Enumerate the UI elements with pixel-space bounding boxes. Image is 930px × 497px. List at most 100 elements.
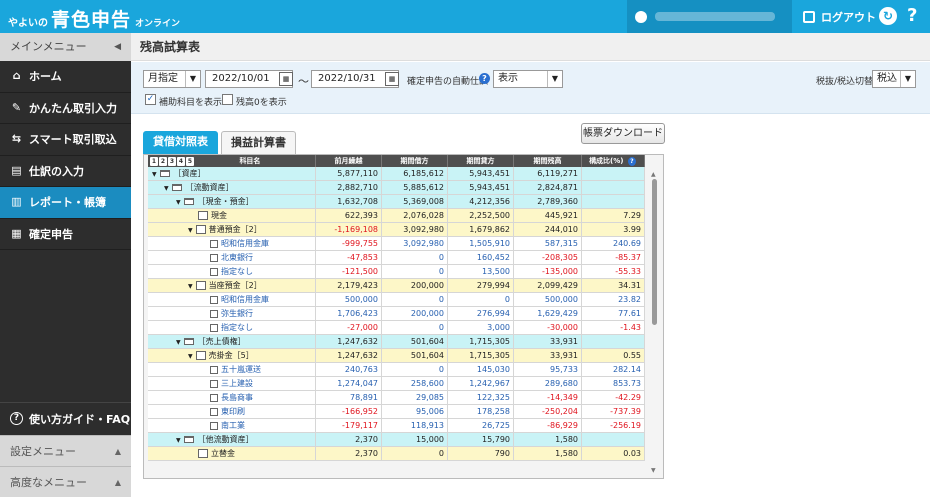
show-zero-balance-checkbox[interactable] xyxy=(222,94,233,105)
show-sub-accounts-checkbox[interactable]: ✓ xyxy=(145,94,156,105)
sidebar-item-journal[interactable]: ▤ 仕訳の入力 xyxy=(0,156,131,187)
account-name[interactable]: 指定なし xyxy=(221,267,253,276)
table-row[interactable]: 五十嵐運送 240,763 0 145,030 95,733 282.14 xyxy=(148,363,645,377)
app-logo[interactable]: やよいの 青色申告 オンライン xyxy=(8,5,180,32)
table-row[interactable]: 現金 622,393 2,076,028 2,252,500 445,921 7.29 xyxy=(148,209,645,223)
expand-toggle-icon[interactable]: ▼ xyxy=(188,280,193,292)
support-icon[interactable]: ↻ xyxy=(879,7,897,25)
balance-cell: -14,349 xyxy=(514,391,582,404)
table-row[interactable]: 北東銀行 -47,853 0 160,452 -208,305 -85.37 xyxy=(148,251,645,265)
expand-toggle-icon[interactable]: ▼ xyxy=(152,168,157,180)
expand-toggle-icon[interactable]: ▼ xyxy=(188,350,193,362)
table-row[interactable]: 指定なし -27,000 0 3,000 -30,000 -1.43 xyxy=(148,321,645,335)
table-row[interactable]: ▼ ［売上債権］ 1,247,632 501,604 1,715,305 33,931 xyxy=(148,335,645,349)
table-row[interactable]: ▼ ［資産］ 5,877,110 6,185,612 5,943,451 6,119,27… xyxy=(148,167,645,181)
account-name[interactable]: 北東銀行 xyxy=(221,253,253,262)
tab-income-statement[interactable]: 損益計算書 xyxy=(221,131,296,155)
help-icon[interactable]: ? xyxy=(907,5,917,26)
table-row[interactable]: ▼ 当座預金［2］ 2,179,423 200,000 279,994 2,099,429… xyxy=(148,279,645,293)
table-row[interactable]: 三上建設 1,274,047 258,600 1,242,967 289,680 853.… xyxy=(148,377,645,391)
table-row[interactable]: ▼ 売掛金［5］ 1,247,632 501,604 1,715,305 33,931 0.… xyxy=(148,349,645,363)
sidebar-item-label: 確定申告 xyxy=(29,227,73,241)
debit-cell: 29,085 xyxy=(382,391,448,404)
level-5-button[interactable]: 5 xyxy=(186,157,194,166)
vertical-scrollbar[interactable]: ▲ ▼ xyxy=(649,171,661,477)
page-title: 残高試算表 xyxy=(131,33,930,61)
account-name-cell: 南工業 xyxy=(148,419,316,432)
table-row[interactable]: 立替金 2,370 0 790 1,580 0.03 xyxy=(148,447,645,461)
advanced-menu-toggle[interactable]: 高度なメニュー ▲ xyxy=(0,466,131,497)
user-name-redacted xyxy=(655,12,775,21)
scroll-down-icon[interactable]: ▼ xyxy=(651,467,656,474)
debit-cell: 5,885,612 xyxy=(382,181,448,194)
account-name[interactable]: 五十嵐運送 xyxy=(221,365,261,374)
account-name[interactable]: 東印刷 xyxy=(221,407,245,416)
help-icon[interactable]: ? xyxy=(479,73,490,84)
level-1-button[interactable]: 1 xyxy=(150,157,158,166)
auto-journal-select[interactable]: 表示 ▼ xyxy=(493,70,563,88)
table-row[interactable]: 弥生銀行 1,706,423 200,000 276,994 1,629,429 77.6… xyxy=(148,307,645,321)
sidebar-item-import[interactable]: ⇆ スマート取引取込 xyxy=(0,124,131,156)
ratio-cell xyxy=(582,181,645,194)
table-row[interactable]: 昭和信用金庫 500,000 0 0 500,000 23.82 xyxy=(148,293,645,307)
account-name[interactable]: 昭和信用金庫 xyxy=(221,239,269,248)
table-row[interactable]: 指定なし -121,500 0 13,500 -135,000 -55.33 xyxy=(148,265,645,279)
level-2-button[interactable]: 2 xyxy=(159,157,167,166)
calendar-icon[interactable]: ▦ xyxy=(385,72,399,86)
download-report-button[interactable]: 帳票ダウンロード xyxy=(581,123,665,144)
account-name[interactable]: 南工業 xyxy=(221,421,245,430)
user-account-area[interactable] xyxy=(627,0,792,33)
help-icon[interactable]: ? xyxy=(627,157,636,166)
table-row[interactable]: ▼ ［流動資産］ 2,882,710 5,885,612 5,943,451 2,824,… xyxy=(148,181,645,195)
account-name-cell: 指定なし xyxy=(148,265,316,278)
logout-button[interactable]: ログアウト xyxy=(803,9,876,25)
credit-column-header: 期間貸方 xyxy=(448,155,514,167)
scrollbar-thumb[interactable] xyxy=(652,179,657,325)
expand-toggle-icon[interactable]: ▼ xyxy=(164,182,169,194)
collapse-sidebar-icon[interactable]: ◀ xyxy=(114,33,121,61)
tax-mode-select[interactable]: 税込 ▼ xyxy=(872,70,916,88)
table-row[interactable]: 長島商事 78,891 29,085 122,325 -14,349 -42.29 xyxy=(148,391,645,405)
scroll-up-icon[interactable]: ▲ xyxy=(651,171,656,178)
expand-toggle-icon[interactable]: ▼ xyxy=(176,336,181,348)
table-row[interactable]: ▼ ［他流動資産］ 2,370 15,000 15,790 1,580 xyxy=(148,433,645,447)
account-name[interactable]: 三上建設 xyxy=(221,379,253,388)
account-name-cell: 東印刷 xyxy=(148,405,316,418)
sidebar-item-chart[interactable]: ▥ レポート・帳簿 xyxy=(0,187,131,219)
account-name-cell: ▼ ［流動資産］ xyxy=(148,181,316,194)
calendar-icon[interactable]: ▦ xyxy=(279,72,293,86)
table-row[interactable]: ▼ 普通預金［2］ -1,169,108 3,092,980 1,679,862 244,… xyxy=(148,223,645,237)
sub-account-icon xyxy=(210,421,218,430)
sidebar-item-form[interactable]: ▦ 確定申告 xyxy=(0,219,131,250)
account-name[interactable]: 昭和信用金庫 xyxy=(221,295,269,304)
table-row[interactable]: 東印刷 -166,952 95,006 178,258 -250,204 -737.39 xyxy=(148,405,645,419)
sidebar-item-faq[interactable]: ? 使い方ガイド・FAQ xyxy=(0,402,131,434)
account-name-cell: 昭和信用金庫 xyxy=(148,237,316,250)
tab-balance-sheet[interactable]: 貸借対照表 xyxy=(143,131,218,155)
table-row[interactable]: ▼ ［現金・預金］ 1,632,708 5,369,008 4,212,356 2,789… xyxy=(148,195,645,209)
account-name[interactable]: 弥生銀行 xyxy=(221,309,253,318)
account-name[interactable]: 長島商事 xyxy=(221,393,253,402)
debit-cell: 15,000 xyxy=(382,433,448,446)
credit-cell: 1,679,862 xyxy=(448,223,514,236)
expand-toggle-icon[interactable]: ▼ xyxy=(176,196,181,208)
account-name-cell: ▼ ［現金・預金］ xyxy=(148,195,316,208)
expand-toggle-icon[interactable]: ▼ xyxy=(176,434,181,446)
settings-menu-toggle[interactable]: 設定メニュー ▲ xyxy=(0,435,131,466)
account-name-cell: ▼ 売掛金［5］ xyxy=(148,349,316,362)
balance-cell: 500,000 xyxy=(514,293,582,306)
sidebar-item-home[interactable]: ⌂ ホーム xyxy=(0,61,131,93)
ratio-cell: -1.43 xyxy=(582,321,645,334)
prev-cell: 1,706,423 xyxy=(316,307,382,320)
level-4-button[interactable]: 4 xyxy=(177,157,185,166)
sidebar-item-pencil[interactable]: ✎ かんたん取引入力 xyxy=(0,93,131,124)
account-name: 売掛金［5］ xyxy=(208,351,254,360)
account-name[interactable]: 指定なし xyxy=(221,323,253,332)
name-column-header: 12345 科目名 xyxy=(148,155,316,167)
expand-toggle-icon[interactable]: ▼ xyxy=(188,224,193,236)
level-3-button[interactable]: 3 xyxy=(168,157,176,166)
table-row[interactable]: 昭和信用金庫 -999,755 3,092,980 1,505,910 587,315 2… xyxy=(148,237,645,251)
period-type-select[interactable]: 月指定 ▼ xyxy=(143,70,201,88)
sub-account-icon xyxy=(210,323,218,332)
table-row[interactable]: 南工業 -179,117 118,913 26,725 -86,929 -256.19 xyxy=(148,419,645,433)
